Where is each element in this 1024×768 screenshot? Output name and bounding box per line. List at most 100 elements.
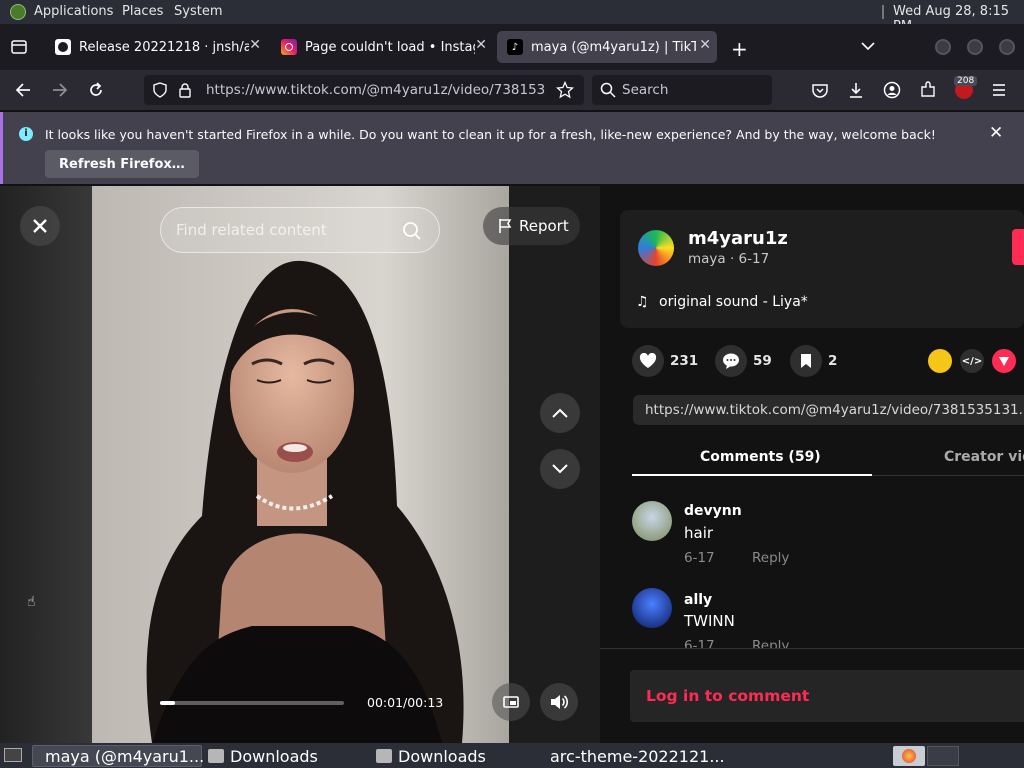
like-count: 231 bbox=[670, 353, 699, 369]
menu-icon[interactable] bbox=[991, 82, 1007, 98]
tab-github[interactable]: Release 20221218 · jnsh/arc- ✕ bbox=[45, 31, 267, 63]
show-desktop-icon[interactable] bbox=[4, 748, 22, 762]
volume-button[interactable] bbox=[540, 683, 578, 721]
previous-video-button[interactable] bbox=[540, 393, 580, 433]
reload-icon[interactable] bbox=[87, 81, 105, 99]
comment-count: 59 bbox=[753, 353, 772, 369]
share-url[interactable]: https://www.tiktok.com/@m4yaru1z/video/7… bbox=[645, 402, 1024, 418]
video-time: 00:01/00:13 bbox=[367, 695, 444, 710]
taskbar-item-downloads-2[interactable]: Downloads bbox=[370, 745, 538, 767]
like-button[interactable] bbox=[632, 345, 664, 377]
follow-button[interactable] bbox=[1012, 229, 1024, 265]
report-label: Report bbox=[519, 217, 569, 235]
username[interactable]: m4yaru1z bbox=[688, 228, 788, 249]
comment-user[interactable]: devynn bbox=[684, 503, 742, 519]
maximize-icon[interactable] bbox=[967, 39, 983, 55]
info-icon: i bbox=[19, 127, 33, 141]
bookmark-star-icon[interactable] bbox=[556, 81, 574, 99]
applications-menu[interactable]: Applications bbox=[34, 4, 113, 19]
close-icon[interactable]: ✕ bbox=[475, 37, 487, 53]
floating-player-icon bbox=[503, 696, 519, 708]
downloads-icon[interactable] bbox=[847, 81, 865, 99]
folder-icon bbox=[376, 749, 392, 763]
progress-fill bbox=[160, 701, 175, 705]
panel-separator bbox=[882, 5, 884, 19]
url-text[interactable]: https://www.tiktok.com/@m4yaru1z/video/7… bbox=[206, 82, 546, 98]
divider bbox=[600, 648, 1024, 649]
tab-tiktok[interactable]: ♪ maya⁡ (@m4yaru1z) | TikTok ✕ bbox=[497, 31, 717, 63]
places-menu[interactable]: Places bbox=[122, 4, 163, 19]
search-bar[interactable]: Search bbox=[592, 75, 772, 105]
extensions-icon[interactable] bbox=[919, 81, 937, 99]
taskbar-label: maya⁡ (@m4yaru1... bbox=[45, 746, 205, 766]
tiktok-icon: ♪ bbox=[507, 39, 523, 55]
login-to-comment-link[interactable]: Log in to comment bbox=[646, 687, 809, 705]
next-video-button[interactable] bbox=[540, 449, 580, 489]
music-note-icon: ♫ bbox=[636, 294, 649, 310]
chevron-down-icon bbox=[552, 464, 568, 474]
extension-badge: 208 bbox=[954, 76, 978, 86]
avatar[interactable] bbox=[632, 501, 672, 541]
comment-date: 6-17 bbox=[684, 550, 715, 566]
account-icon[interactable] bbox=[883, 81, 901, 99]
pocket-icon[interactable] bbox=[811, 81, 829, 99]
back-icon[interactable] bbox=[14, 81, 32, 99]
close-video-button[interactable] bbox=[20, 206, 60, 246]
list-tabs-icon[interactable] bbox=[860, 40, 876, 52]
save-count: 2 bbox=[828, 353, 838, 369]
chevron-up-icon bbox=[552, 408, 568, 418]
new-tab-icon[interactable]: + bbox=[731, 37, 748, 61]
taskbar-label: arc-theme-2022121... bbox=[550, 746, 725, 766]
notification-text: It looks like you haven't started Firefo… bbox=[45, 127, 936, 142]
workspace-switcher[interactable] bbox=[893, 746, 925, 766]
video-player[interactable] bbox=[92, 186, 509, 743]
copy-link-field[interactable]: https://www.tiktok.com/@m4yaru1z/video/7… bbox=[633, 395, 1024, 425]
flag-icon bbox=[499, 219, 512, 233]
related-search-placeholder: Find related content bbox=[176, 221, 327, 239]
tab-instagram[interactable]: Page couldn't load • Instagram ✕ bbox=[271, 31, 493, 63]
login-to-comment-bar[interactable]: Log in to comment bbox=[630, 670, 1024, 722]
pip-button[interactable] bbox=[492, 683, 530, 721]
send-icon[interactable] bbox=[992, 349, 1016, 373]
workspace-2[interactable] bbox=[927, 746, 959, 766]
taskbar-item-archive[interactable]: arc-theme-2022121... bbox=[538, 745, 725, 767]
firefox-view-icon[interactable] bbox=[10, 38, 28, 56]
comment-date: 6-17 bbox=[684, 638, 715, 648]
lock-icon[interactable] bbox=[178, 82, 192, 98]
embed-icon[interactable]: </> bbox=[960, 349, 984, 373]
progress-track[interactable] bbox=[160, 701, 344, 705]
url-bar[interactable]: https://www.tiktok.com/@m4yaru1z/video/7… bbox=[144, 75, 584, 105]
author-info: maya⁡ · 6-17 bbox=[688, 251, 770, 267]
close-icon[interactable]: ✕ bbox=[249, 37, 261, 53]
sound-name[interactable]: original sound - Liya* bbox=[659, 294, 808, 310]
shield-icon[interactable] bbox=[152, 82, 168, 98]
video-frame bbox=[92, 186, 509, 743]
tab-title: maya⁡ (@m4yaru1z) | TikTok bbox=[531, 39, 696, 55]
active-tab-indicator bbox=[632, 474, 872, 476]
taskbar-item-firefox[interactable]: maya⁡ (@m4yaru1... bbox=[32, 745, 205, 767]
reply-button[interactable]: Reply bbox=[752, 550, 789, 566]
share-coin-icon[interactable] bbox=[928, 349, 952, 373]
avatar[interactable] bbox=[632, 588, 672, 628]
avatar[interactable] bbox=[638, 230, 674, 266]
related-search-input[interactable]: Find related content bbox=[160, 207, 440, 253]
forward-icon[interactable] bbox=[51, 81, 69, 99]
system-menu[interactable]: System bbox=[174, 4, 222, 19]
taskbar-item-downloads[interactable]: Downloads bbox=[202, 745, 370, 767]
search-icon[interactable] bbox=[402, 221, 422, 241]
taskbar-label: Downloads bbox=[230, 746, 318, 766]
refresh-firefox-button[interactable]: Refresh Firefox… bbox=[45, 150, 199, 178]
comment-user[interactable]: ally bbox=[684, 592, 712, 608]
tab-creator-videos[interactable]: Creator vide bbox=[944, 449, 1024, 465]
close-icon[interactable]: ✕ bbox=[699, 37, 711, 53]
reply-button[interactable]: Reply bbox=[752, 638, 789, 648]
minimize-icon[interactable] bbox=[935, 39, 951, 55]
close-icon[interactable]: ✕ bbox=[989, 123, 1003, 143]
applications-icon[interactable] bbox=[10, 4, 26, 20]
report-button[interactable]: Report bbox=[483, 207, 580, 245]
comment-button[interactable] bbox=[715, 345, 747, 377]
save-button[interactable] bbox=[790, 345, 822, 377]
tab-comments[interactable]: Comments (59) bbox=[700, 449, 821, 465]
github-icon bbox=[55, 39, 71, 55]
window-close-icon[interactable] bbox=[999, 39, 1015, 55]
